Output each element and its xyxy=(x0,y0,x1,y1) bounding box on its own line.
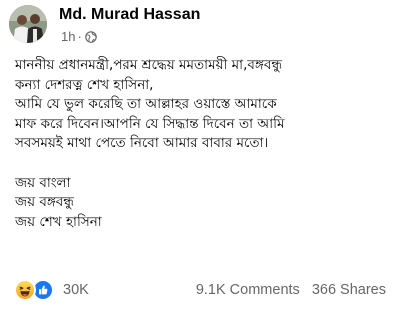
reactions-summary[interactable]: 30K xyxy=(14,279,89,301)
globe-icon[interactable] xyxy=(85,30,97,43)
post-text: মাননীয় প্রধানমন্ত্রী,পরম শ্রদ্ধেয় মমতা… xyxy=(15,56,395,232)
author-name[interactable]: Md. Murad Hassan xyxy=(59,6,200,24)
post-text-line: সবসময়ই মাথা পেতে নিবো আমার বাবার মতো। xyxy=(15,135,269,151)
post-meta: 1h · xyxy=(61,29,97,44)
haha-icon[interactable] xyxy=(14,279,36,301)
post-time[interactable]: 1h xyxy=(61,29,75,44)
slogan-line: জয় শেখ হাসিনা xyxy=(15,213,102,230)
post-text-line: আমি যে ভুল করেছি তা আল্লাহর ওয়াস্তে আমা… xyxy=(15,96,277,112)
slogan-line: জয় বঙ্গবন্ধু xyxy=(15,194,74,210)
slogan-line: জয় বাংলা xyxy=(15,174,71,191)
shares-count[interactable]: 366 Shares xyxy=(312,282,386,298)
avatar-photo xyxy=(9,5,47,43)
author-avatar[interactable] xyxy=(9,5,47,43)
reaction-count[interactable]: 30K xyxy=(63,282,89,298)
post-text-line: কন্যা দেশরত্ন শেখ হাসিনা, xyxy=(15,76,154,93)
post-text-line: মাফ করে দিবেন।আপনি যে সিদ্ধান্ত দিবেন তা… xyxy=(15,115,285,132)
engagement-stats: 9.1K Comments 366 Shares xyxy=(196,282,386,298)
facebook-post: Md. Murad Hassan 1h · মাননীয় প্রধানমন্ত… xyxy=(0,0,403,313)
meta-separator: · xyxy=(77,29,82,44)
comments-count[interactable]: 9.1K Comments xyxy=(196,282,300,298)
post-stats: 30K 9.1K Comments 366 Shares xyxy=(14,279,386,301)
post-text-line: মাননীয় প্রধানমন্ত্রী,পরম শ্রদ্ধেয় মমতা… xyxy=(15,57,283,73)
